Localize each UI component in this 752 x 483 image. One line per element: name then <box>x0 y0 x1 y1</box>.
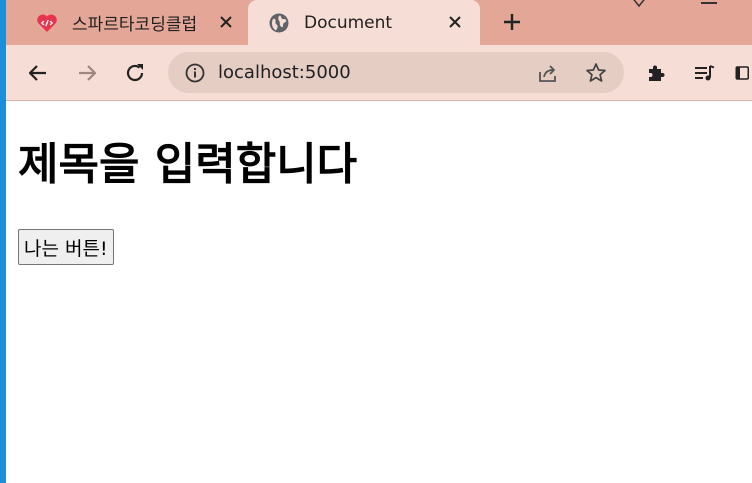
tab-search-chevron-icon[interactable] <box>628 0 650 14</box>
bookmark-star-icon[interactable] <box>584 61 608 89</box>
playlist-music-icon <box>695 65 715 81</box>
side-panel-button[interactable] <box>734 59 752 87</box>
media-control-button[interactable] <box>690 59 718 87</box>
reload-button[interactable] <box>121 59 149 87</box>
page-button[interactable]: 나는 버튼! <box>18 229 114 265</box>
browser-toolbar: localhost:5000 <box>6 45 752 101</box>
extensions-button[interactable] <box>642 59 670 87</box>
forward-button[interactable] <box>73 59 101 87</box>
side-panel-icon <box>735 66 749 80</box>
puzzle-icon <box>649 65 665 81</box>
tab-document[interactable]: Document <box>248 0 480 45</box>
url-text[interactable]: localhost:5000 <box>218 62 351 83</box>
share-icon[interactable] <box>536 61 560 89</box>
forward-arrow-icon <box>79 65 97 81</box>
minimize-icon[interactable] <box>701 2 717 4</box>
reload-icon <box>126 64 144 82</box>
tab-strip: 스파르타코딩클럽 Document <box>6 0 752 45</box>
plus-icon <box>504 14 520 30</box>
page-heading: 제목을 입력합니다 <box>18 139 358 190</box>
back-button[interactable] <box>24 59 52 87</box>
page-content: 제목을 입력합니다 나는 버튼! <box>6 101 752 483</box>
tab-title: Document <box>304 12 393 33</box>
tab-sparta[interactable]: 스파르타코딩클럽 <box>6 0 246 45</box>
code-heart-icon <box>36 12 58 34</box>
browser-window: 스파르타코딩클럽 Document localhost:5000 제목을 입력합… <box>6 0 752 483</box>
back-arrow-icon <box>28 65 46 81</box>
close-tab-icon[interactable] <box>445 12 465 32</box>
globe-icon <box>268 12 290 34</box>
site-info-icon[interactable] <box>184 62 206 88</box>
tab-title: 스파르타코딩클럽 <box>72 15 198 35</box>
new-tab-button[interactable] <box>498 8 526 36</box>
taskbar-edge <box>0 0 6 483</box>
close-tab-icon[interactable] <box>216 12 236 32</box>
address-bar[interactable]: localhost:5000 <box>168 52 624 93</box>
